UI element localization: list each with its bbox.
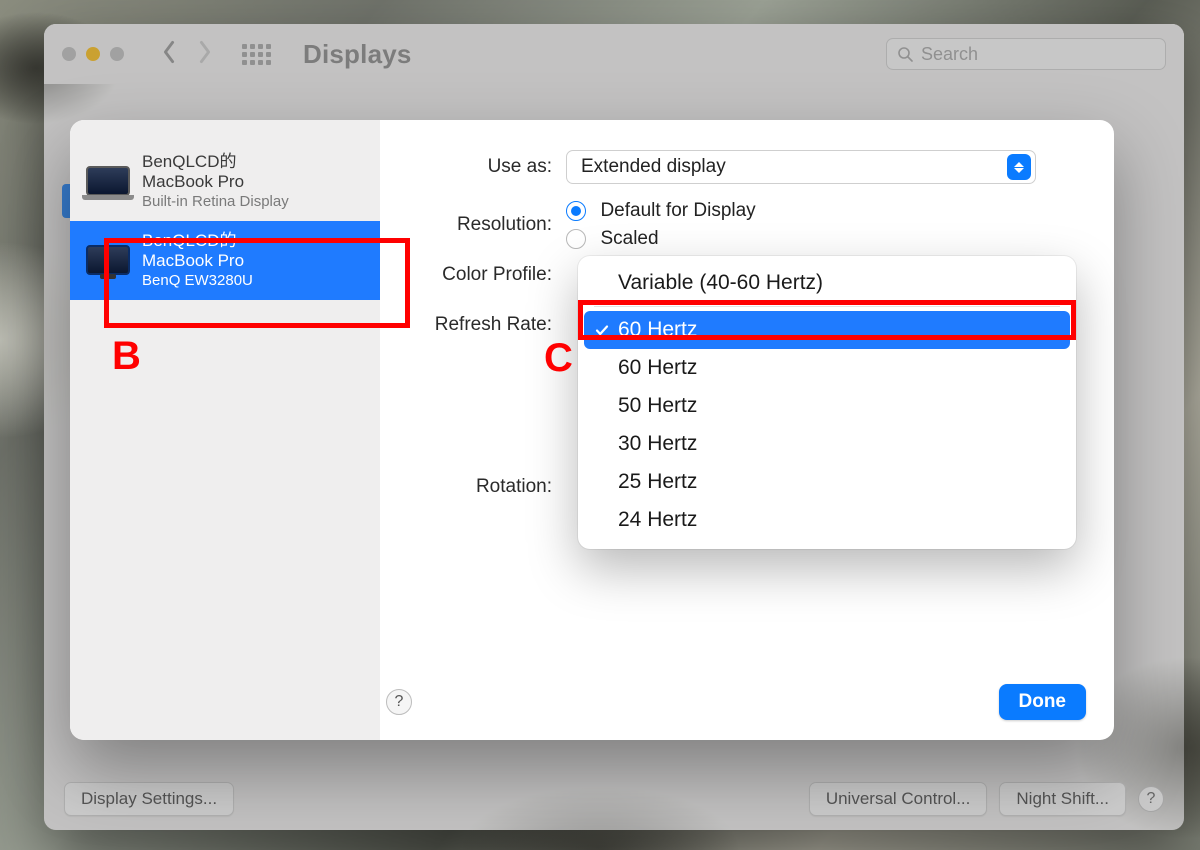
zoom-window-icon[interactable]	[110, 47, 124, 61]
label-use-as: Use as:	[386, 156, 566, 178]
back-button[interactable]	[160, 40, 178, 69]
search-input[interactable]: Search	[886, 38, 1166, 70]
refresh-rate-option-50[interactable]: 50 Hertz	[584, 387, 1070, 425]
forward-button[interactable]	[196, 40, 214, 69]
label-resolution: Resolution:	[386, 214, 566, 236]
display-item-builtin[interactable]: BenQLCD的 MacBook Pro Built-in Retina Dis…	[70, 142, 380, 221]
all-settings-grid-icon[interactable]	[242, 44, 271, 65]
refresh-rate-option-25[interactable]: 25 Hertz	[584, 463, 1070, 501]
menu-item-label: 60 Hertz	[618, 318, 697, 342]
display-line1: BenQLCD的	[142, 152, 289, 172]
display-list-sidebar: BenQLCD的 MacBook Pro Built-in Retina Dis…	[70, 120, 380, 740]
display-line2: MacBook Pro	[142, 251, 253, 271]
annotation-label-c: C	[544, 336, 573, 381]
use-as-value: Extended display	[581, 156, 726, 178]
resolution-option-scaled[interactable]: Scaled	[566, 228, 1086, 250]
resolution-option-default[interactable]: Default for Display	[566, 200, 1086, 222]
sheet-footer: ? Done	[386, 684, 1086, 720]
help-button[interactable]: ?	[1138, 786, 1164, 812]
minimize-window-icon[interactable]	[86, 47, 100, 61]
laptop-display-icon	[86, 166, 130, 196]
use-as-popup[interactable]: Extended display	[566, 150, 1036, 184]
refresh-rate-menu[interactable]: Variable (40-60 Hertz) 60 Hertz 60 Hertz…	[578, 256, 1076, 549]
menu-item-label: 50 Hertz	[618, 394, 697, 418]
window-controls	[62, 47, 124, 61]
search-placeholder: Search	[921, 44, 978, 65]
menu-item-label: 30 Hertz	[618, 432, 697, 456]
menu-separator	[594, 306, 1060, 307]
footer-bar: Display Settings... Universal Control...…	[44, 782, 1184, 816]
refresh-rate-option-variable[interactable]: Variable (40-60 Hertz)	[584, 264, 1070, 302]
display-settings-button[interactable]: Display Settings...	[64, 782, 234, 816]
refresh-rate-option-24[interactable]: 24 Hertz	[584, 501, 1070, 539]
display-line2: MacBook Pro	[142, 172, 289, 192]
display-settings-pane: Use as: Extended display Resolution: Def…	[380, 120, 1114, 740]
display-sub: BenQ EW3280U	[142, 272, 253, 290]
titlebar: Displays Search	[44, 24, 1184, 84]
label-color-profile: Color Profile:	[386, 264, 566, 286]
refresh-rate-option-60-selected[interactable]: 60 Hertz	[584, 311, 1070, 349]
display-sub: Built-in Retina Display	[142, 193, 289, 211]
menu-item-label: Variable (40-60 Hertz)	[618, 271, 823, 295]
radio-icon	[566, 229, 586, 249]
label-rotation: Rotation:	[386, 476, 566, 498]
menu-item-label: 24 Hertz	[618, 508, 697, 532]
done-button[interactable]: Done	[999, 684, 1087, 720]
row-resolution: Resolution: Default for Display Scaled	[386, 200, 1086, 250]
display-settings-sheet: BenQLCD的 MacBook Pro Built-in Retina Dis…	[70, 120, 1114, 740]
radio-label: Default for Display	[600, 200, 755, 221]
chevron-up-down-icon	[1007, 154, 1031, 180]
row-use-as: Use as: Extended display	[386, 150, 1086, 184]
help-button[interactable]: ?	[386, 689, 412, 715]
close-window-icon[interactable]	[62, 47, 76, 61]
menu-item-label: 60 Hertz	[618, 356, 697, 380]
display-line1: BenQLCD的	[142, 231, 253, 251]
menu-item-label: 25 Hertz	[618, 470, 697, 494]
search-icon	[897, 46, 913, 62]
annotation-label-b: B	[112, 334, 141, 379]
radio-label: Scaled	[600, 228, 658, 249]
refresh-rate-option-30[interactable]: 30 Hertz	[584, 425, 1070, 463]
display-item-external[interactable]: BenQLCD的 MacBook Pro BenQ EW3280U	[70, 221, 380, 300]
label-refresh-rate: Refresh Rate:	[386, 314, 566, 336]
window-title: Displays	[303, 39, 412, 70]
check-icon	[594, 322, 610, 338]
night-shift-button[interactable]: Night Shift...	[999, 782, 1126, 816]
radio-icon	[566, 201, 586, 221]
refresh-rate-option-60[interactable]: 60 Hertz	[584, 349, 1070, 387]
nav-arrows	[160, 40, 214, 69]
monitor-display-icon	[86, 245, 130, 275]
universal-control-button[interactable]: Universal Control...	[809, 782, 988, 816]
